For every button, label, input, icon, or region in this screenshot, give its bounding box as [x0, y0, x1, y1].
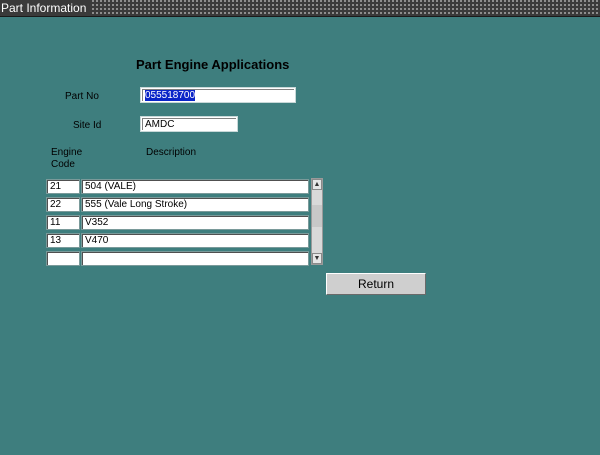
engine-code-header: Engine Code — [51, 147, 82, 171]
scrollbar-thumb[interactable] — [312, 205, 322, 227]
description-cell[interactable] — [81, 251, 309, 266]
part-no-field[interactable]: 055518700 — [141, 88, 295, 102]
site-id-field[interactable]: AMDC — [141, 117, 237, 131]
description-cell[interactable]: 504 (VALE) — [81, 179, 309, 194]
engine-code-cell[interactable]: 22 — [46, 197, 80, 212]
engine-header-line2: Code — [51, 159, 75, 170]
engine-header-line1: Engine — [51, 147, 83, 158]
description-cell[interactable]: V352 — [81, 215, 309, 230]
window-title-bar[interactable]: Part Information — [0, 0, 600, 17]
description-cell[interactable]: V470 — [81, 233, 309, 248]
description-header: Description — [146, 147, 197, 158]
part-no-label: Part No — [65, 91, 99, 102]
engine-code-cell[interactable]: 11 — [46, 215, 80, 230]
site-id-label: Site Id — [73, 120, 102, 131]
engine-code-cell[interactable]: 13 — [46, 233, 80, 248]
engine-code-cell[interactable] — [46, 251, 80, 266]
engine-code-cell[interactable]: 21 — [46, 179, 80, 194]
return-button[interactable]: Return — [326, 273, 426, 295]
scroll-down-arrow-icon[interactable]: ▼ — [312, 253, 322, 264]
window-title: Part Information — [0, 0, 93, 16]
site-id-value: AMDC — [145, 119, 175, 130]
part-no-value: 055518700 — [145, 90, 196, 101]
table-scrollbar[interactable]: ▲ ▼ — [311, 178, 323, 265]
scroll-up-arrow-icon[interactable]: ▲ — [312, 179, 322, 190]
description-cell[interactable]: 555 (Vale Long Stroke) — [81, 197, 309, 212]
form-heading: Part Engine Applications — [136, 57, 290, 72]
